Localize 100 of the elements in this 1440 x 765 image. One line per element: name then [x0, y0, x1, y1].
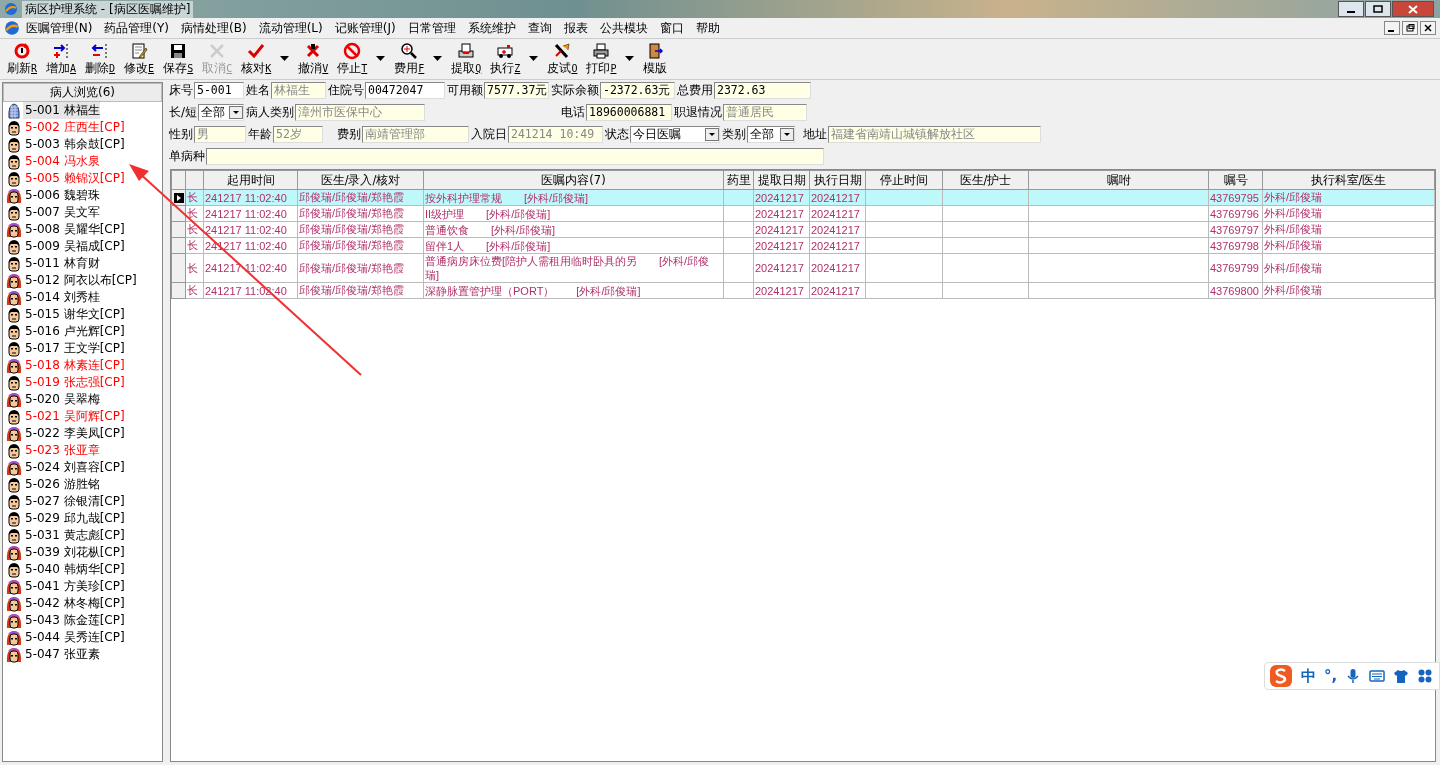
patient-item[interactable]: 5-041 方美珍[CP]: [23, 578, 127, 595]
logo-icon[interactable]: [1269, 664, 1293, 688]
menu-item[interactable]: 报表: [557, 19, 594, 37]
menu-item[interactable]: 公共模块: [593, 19, 654, 37]
patient-item[interactable]: 5-009 吴福成[CP]: [23, 238, 127, 255]
column-header[interactable]: 执行日期: [809, 170, 866, 190]
patient-item[interactable]: 5-007 吴文军: [23, 204, 102, 221]
grid-icon[interactable]: [1417, 668, 1434, 684]
patient-item[interactable]: 5-024 刘喜容[CP]: [23, 459, 127, 476]
column-header[interactable]: 执行科室/医生: [1262, 170, 1435, 190]
shirt-icon[interactable]: [1393, 668, 1410, 684]
dropdown-field[interactable]: 全部: [747, 126, 795, 143]
text-field[interactable]: 18960006881: [586, 104, 673, 121]
patient-item[interactable]: 5-029 邱九哉[CP]: [23, 510, 127, 527]
patient-item[interactable]: 5-021 吴阿辉[CP]: [23, 408, 127, 425]
text-field[interactable]: 00472047: [365, 82, 445, 99]
patient-item[interactable]: 5-039 刘花枞[CP]: [23, 544, 127, 561]
text-field[interactable]: 241214 10:49: [508, 126, 603, 143]
menu-item[interactable]: 日常管理: [401, 19, 462, 37]
patient-item[interactable]: 5-011 林育财: [23, 255, 102, 272]
toolbar-button[interactable]: 提取Q: [448, 40, 485, 78]
toolbar-button[interactable]: 刷新R: [4, 40, 41, 78]
patient-item[interactable]: 5-047 张亚素: [23, 646, 102, 663]
column-header[interactable]: 起用时间: [203, 170, 298, 190]
text-field[interactable]: 林福生: [271, 82, 326, 99]
text-field[interactable]: 2372.63: [714, 82, 811, 99]
table-row[interactable]: 长 241217 11:02:40 邱俊瑞/邱俊瑞/郑艳霞 普通病房床位费[陪护人需租用临时卧具的另 [外科/邱俊瑞] 20241217 20241217 43769799 外科/邱俊瑞: [171, 253, 1435, 283]
patient-item[interactable]: 5-001 林福生: [23, 102, 100, 119]
dropdown-arrow-icon[interactable]: [433, 56, 443, 62]
patient-item[interactable]: 5-008 吴耀华[CP]: [23, 221, 127, 238]
patient-item[interactable]: 5-012 阿衣以布[CP]: [23, 272, 139, 289]
text-field[interactable]: 男: [194, 126, 246, 143]
menu-item[interactable]: 医嘱管理(N): [20, 19, 99, 37]
text-field[interactable]: 52岁: [273, 126, 323, 143]
text-field[interactable]: 5-001: [194, 82, 244, 99]
toolbar-button[interactable]: 停止T: [334, 40, 371, 78]
patient-item[interactable]: 5-026 游胜铭: [23, 476, 102, 493]
punctuation-toggle[interactable]: °,: [1324, 667, 1338, 685]
patient-item[interactable]: 5-002 庄西生[CP]: [23, 119, 127, 136]
patient-item[interactable]: 5-016 卢光辉[CP]: [23, 323, 127, 340]
close-button[interactable]: [1392, 1, 1434, 17]
maximize-button[interactable]: [1365, 1, 1391, 17]
patient-item[interactable]: 5-018 林素连[CP]: [23, 357, 127, 374]
patient-item[interactable]: 5-042 林冬梅[CP]: [23, 595, 127, 612]
toolbar-button[interactable]: 核对K: [238, 40, 275, 78]
dropdown-field[interactable]: 全部: [198, 104, 245, 121]
input-mode-toggle[interactable]: 中: [1301, 666, 1316, 686]
column-header[interactable]: 嘱号: [1208, 170, 1263, 190]
patient-item[interactable]: 5-043 陈金莲[CP]: [23, 612, 127, 629]
text-field[interactable]: 7577.37元: [484, 82, 549, 99]
patient-item[interactable]: 5-015 谢华文[CP]: [23, 306, 127, 323]
text-field[interactable]: 南靖管理部: [362, 126, 469, 143]
patient-item[interactable]: 5-005 赖锦汉[CP]: [23, 170, 127, 187]
text-field[interactable]: -2372.63元: [600, 82, 675, 99]
patient-item[interactable]: 5-031 黄志彪[CP]: [23, 527, 127, 544]
patient-item[interactable]: 5-019 张志强[CP]: [23, 374, 127, 391]
patient-item[interactable]: 5-020 吴翠梅: [23, 391, 102, 408]
microphone-icon[interactable]: [1345, 668, 1362, 684]
minimize-button[interactable]: [1384, 21, 1400, 35]
toolbar-button[interactable]: 撤消V: [295, 40, 332, 78]
toolbar-button[interactable]: 保存S: [160, 40, 197, 78]
patient-item[interactable]: 5-044 吴秀连[CP]: [23, 629, 127, 646]
text-field[interactable]: 福建省南靖山城镇解放社区: [828, 126, 1041, 143]
toolbar-button[interactable]: 执行Z: [487, 40, 524, 78]
menu-item[interactable]: 查询: [521, 19, 558, 37]
menu-item[interactable]: 帮助: [689, 19, 726, 37]
dropdown-arrow-icon[interactable]: [280, 56, 290, 62]
close-button[interactable]: [1420, 21, 1436, 35]
restore-button[interactable]: [1402, 21, 1418, 35]
dropdown-arrow-icon[interactable]: [625, 56, 635, 62]
toolbar-button[interactable]: 模版: [640, 40, 671, 78]
dropdown-arrow-icon[interactable]: [529, 56, 539, 62]
patient-item[interactable]: 5-022 李美凤[CP]: [23, 425, 127, 442]
toolbar-button[interactable]: 增加A: [43, 40, 80, 78]
patient-item[interactable]: 5-023 张亚章: [23, 442, 102, 459]
menu-item[interactable]: 窗口: [653, 19, 690, 37]
patient-item[interactable]: 5-017 王文学[CP]: [23, 340, 127, 357]
patient-item[interactable]: 5-004 冯水泉: [23, 153, 102, 170]
menu-item[interactable]: 流动管理(L): [252, 19, 329, 37]
patient-item[interactable]: 5-027 徐银清[CP]: [23, 493, 127, 510]
text-field[interactable]: 漳州市医保中心: [295, 104, 426, 121]
menu-item[interactable]: 记账管理(J): [328, 19, 402, 37]
menu-item[interactable]: 系统维护: [461, 19, 522, 37]
dropdown-arrow-icon[interactable]: [376, 56, 386, 62]
dropdown-field[interactable]: 今日医嘱: [630, 126, 720, 143]
text-field[interactable]: [206, 148, 824, 165]
column-header[interactable]: 医生/录入/核对: [297, 170, 424, 190]
column-header[interactable]: 提取日期: [753, 170, 810, 190]
column-header[interactable]: 药里: [723, 170, 754, 190]
menu-item[interactable]: 病情处理(B): [175, 19, 253, 37]
patient-item[interactable]: 5-006 魏碧珠: [23, 187, 102, 204]
minimize-button[interactable]: [1338, 1, 1364, 17]
column-header[interactable]: 医嘱内容(7): [423, 170, 724, 190]
text-field[interactable]: 普通居民: [723, 104, 808, 121]
toolbar-button[interactable]: 删除D: [82, 40, 119, 78]
toolbar-button[interactable]: 修改E: [121, 40, 158, 78]
column-header[interactable]: 医生/护士: [942, 170, 1029, 190]
keyboard-icon[interactable]: [1369, 668, 1386, 684]
toolbar-button[interactable]: 皮试O: [544, 40, 581, 78]
patient-item[interactable]: 5-003 韩余鼓[CP]: [23, 136, 127, 153]
